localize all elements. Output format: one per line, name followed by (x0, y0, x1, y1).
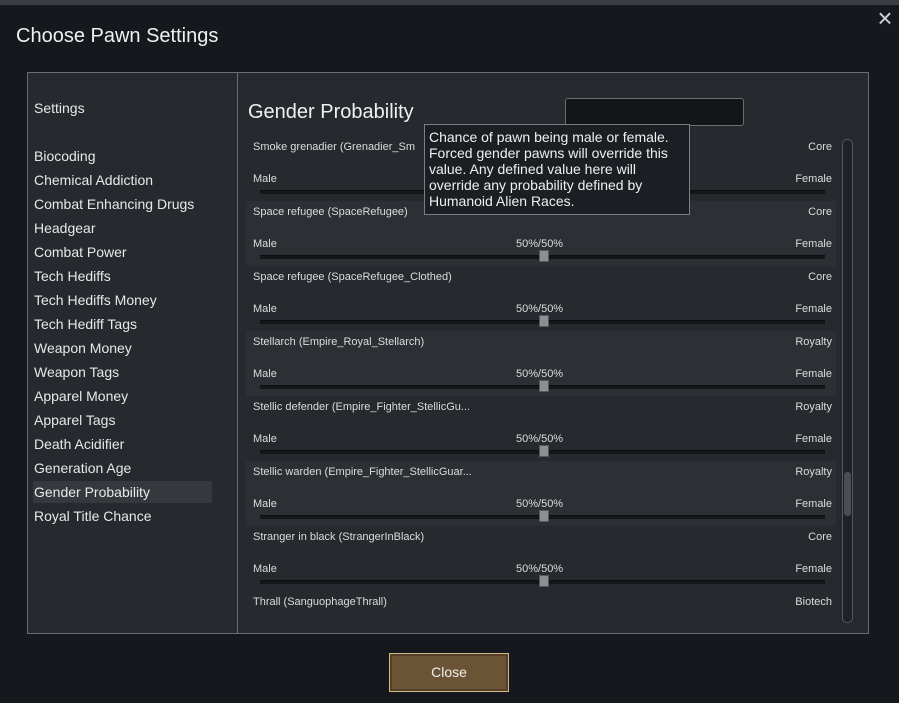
male-label: Male (253, 498, 277, 510)
source-label: Core (808, 141, 832, 153)
female-label: Female (795, 563, 832, 575)
gender-row: Stellarch (Empire_Royal_Stellarch) Royalt… (246, 331, 836, 396)
window-title: Choose Pawn Settings (16, 25, 219, 47)
probability-label: 50%/50% (516, 368, 564, 380)
sidebar-item-combat-enhancing-drugs[interactable]: Combat Enhancing Drugs (33, 193, 212, 215)
pawn-kind-name: Thrall (SanguophageThrall) (253, 596, 387, 608)
sidebar-item-weapon-tags[interactable]: Weapon Tags (33, 361, 212, 383)
sidebar: Settings Biocoding Chemical Addiction Comba… (27, 72, 238, 634)
gender-row: Stranger in black (StrangerInBlack) Core M… (246, 526, 836, 591)
sidebar-item-weapon-money[interactable]: Weapon Money (33, 337, 212, 359)
female-label: Female (795, 173, 832, 185)
sidebar-item-generation-age[interactable]: Generation Age (33, 457, 212, 479)
dialog-window: Choose Pawn Settings × Settings Biocoding… (0, 4, 899, 703)
source-label: Biotech (795, 596, 832, 608)
source-label: Core (808, 206, 832, 218)
source-label: Core (808, 271, 832, 283)
male-label: Male (253, 173, 277, 185)
source-label: Royalty (795, 336, 832, 348)
sidebar-item-tech-hediff-tags[interactable]: Tech Hediff Tags (33, 313, 212, 335)
probability-label: 50%/50% (516, 238, 564, 250)
gender-slider-thumb[interactable] (538, 250, 549, 262)
scrollbar[interactable] (842, 139, 853, 623)
sidebar-item-combat-power[interactable]: Combat Power (33, 241, 212, 263)
source-label: Core (808, 531, 832, 543)
gender-slider-thumb[interactable] (538, 575, 549, 587)
source-label: Royalty (795, 401, 832, 413)
sidebar-item-apparel-tags[interactable]: Apparel Tags (33, 409, 212, 431)
pawn-kind-name: Stellic warden (Empire_Fighter_StellicGu… (253, 466, 472, 478)
male-label: Male (253, 563, 277, 575)
sidebar-item-chemical-addiction[interactable]: Chemical Addiction (33, 169, 212, 191)
close-button[interactable]: Close (389, 653, 509, 692)
gender-slider-thumb[interactable] (538, 315, 549, 327)
pawn-kind-name: Stellarch (Empire_Royal_Stellarch) (253, 336, 425, 348)
gender-slider-thumb[interactable] (538, 445, 549, 457)
gender-row: Thrall (SanguophageThrall) Biotech (246, 591, 836, 611)
probability-label: 50%/50% (516, 498, 564, 510)
source-label: Royalty (795, 466, 832, 478)
sidebar-item-tech-hediffs-money[interactable]: Tech Hediffs Money (33, 289, 212, 311)
sidebar-item-tech-hediffs[interactable]: Tech Hediffs (33, 265, 212, 287)
sidebar-item-biocoding[interactable]: Biocoding (33, 145, 212, 167)
probability-label: 50%/50% (516, 563, 564, 575)
female-label: Female (795, 368, 832, 380)
male-label: Male (253, 368, 277, 380)
female-label: Female (795, 433, 832, 445)
tooltip: Chance of pawn being male or female. For… (424, 124, 690, 215)
gender-slider-thumb[interactable] (538, 380, 549, 392)
sidebar-item-death-acidifier[interactable]: Death Acidifier (33, 433, 212, 455)
female-label: Female (795, 498, 832, 510)
sidebar-item-royal-title-chance[interactable]: Royal Title Chance (33, 505, 212, 527)
probability-label: 50%/50% (516, 303, 564, 315)
male-label: Male (253, 433, 277, 445)
sidebar-item-gender-probability[interactable]: Gender Probability (33, 481, 212, 503)
gender-row: Space refugee (SpaceRefugee_Clothed) Core… (246, 266, 836, 331)
female-label: Female (795, 238, 832, 250)
pawn-kind-name: Smoke grenadier (Grenadier_Sm (253, 141, 416, 153)
pawn-kind-name: Stranger in black (StrangerInBlack) (253, 531, 425, 543)
search-input[interactable] (565, 98, 744, 126)
gender-row: Stellic warden (Empire_Fighter_StellicGu… (246, 461, 836, 526)
male-label: Male (253, 303, 277, 315)
gender-slider-thumb[interactable] (538, 510, 549, 522)
pawn-kind-name: Space refugee (SpaceRefugee_Clothed) (253, 271, 452, 283)
sidebar-item-settings[interactable]: Settings (33, 97, 212, 119)
probability-label: 50%/50% (516, 433, 564, 445)
close-icon[interactable]: × (873, 5, 897, 31)
male-label: Male (253, 238, 277, 250)
pawn-kind-name: Space refugee (SpaceRefugee) (253, 206, 408, 218)
section-title: Gender Probability (248, 101, 414, 123)
scrollbar-thumb[interactable] (844, 472, 851, 516)
gender-row: Stellic defender (Empire_Fighter_Stellic… (246, 396, 836, 461)
sidebar-item-apparel-money[interactable]: Apparel Money (33, 385, 212, 407)
pawn-kind-name: Stellic defender (Empire_Fighter_Stellic… (253, 401, 471, 413)
sidebar-item-headgear[interactable]: Headgear (33, 217, 212, 239)
female-label: Female (795, 303, 832, 315)
